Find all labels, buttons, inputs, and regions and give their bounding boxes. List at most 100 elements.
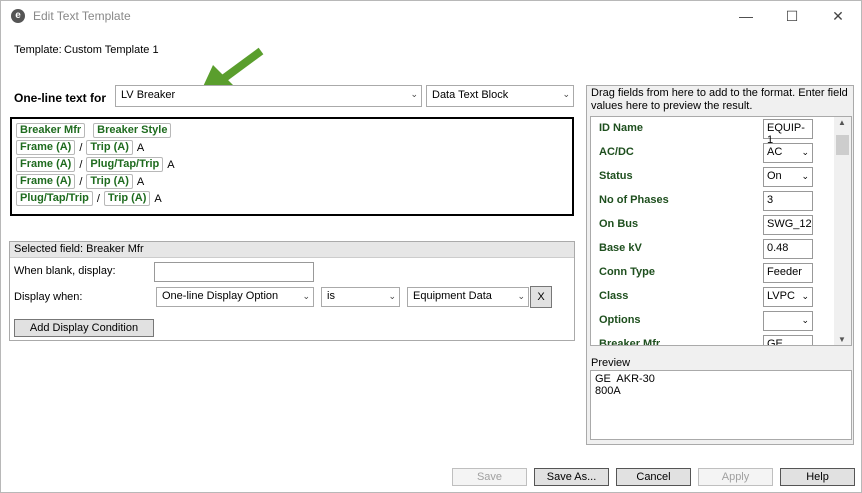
format-field-chip[interactable]: Frame (A) <box>16 157 76 172</box>
close-icon[interactable]: ✕ <box>815 1 861 31</box>
cancel-button[interactable]: Cancel <box>616 468 691 486</box>
field-value-input[interactable]: 3 <box>763 191 813 211</box>
save-button[interactable]: Save <box>452 468 527 486</box>
drag-hint-text: Drag fields from here to add to the form… <box>591 87 848 112</box>
field-row[interactable]: No of Phases 3 <box>591 189 831 213</box>
fields-list[interactable]: Breaker Mfr GE Options ⌄ Class LVPC ⌄ Conn Type… <box>590 116 852 346</box>
field-value-text: SWG_12 <box>767 218 812 230</box>
field-row[interactable]: Base kV 0.48 <box>591 237 831 261</box>
field-value-dropdown[interactable]: ⌄ <box>763 311 813 331</box>
format-field-chip[interactable]: Breaker Mfr <box>16 123 86 138</box>
condition-value-value: Equipment Data <box>413 290 492 302</box>
maximize-icon[interactable]: ☐ <box>769 1 815 31</box>
title-bar[interactable]: e Edit Text Template — ☐ ✕ <box>1 1 861 31</box>
condition-field-value: One-line Display Option <box>162 290 279 302</box>
format-literal-text[interactable]: A <box>133 176 148 188</box>
format-line[interactable]: Frame (A) / Plug/Tap/Trip A <box>16 156 568 173</box>
field-name[interactable]: Breaker Mfr <box>599 338 660 345</box>
format-field-chip[interactable]: Breaker Style <box>93 123 172 138</box>
selected-field-panel: Selected field: Breaker Mfr When blank, … <box>9 241 575 341</box>
field-row[interactable]: Status On ⌄ <box>591 165 831 189</box>
format-literal-text[interactable]: / <box>93 193 104 205</box>
field-name[interactable]: Conn Type <box>599 266 655 278</box>
format-line[interactable]: Plug/Tap/Trip / Trip (A) A <box>16 190 568 207</box>
block-type-dropdown[interactable]: Data Text Block ⌄ <box>426 85 574 107</box>
format-field-chip[interactable]: Frame (A) <box>16 174 76 189</box>
format-line[interactable]: Breaker Mfr Breaker Style <box>16 122 568 139</box>
field-value-dropdown[interactable]: LVPC ⌄ <box>763 287 813 307</box>
field-value-text: 0.48 <box>767 242 789 254</box>
format-field-chip[interactable]: Trip (A) <box>103 191 151 206</box>
format-field-chip[interactable]: Trip (A) <box>86 174 133 189</box>
condition-field-dropdown[interactable]: One-line Display Option ⌄ <box>156 287 314 307</box>
field-value-input[interactable]: 0.48 <box>763 239 813 259</box>
field-row[interactable]: ID Name EQUIP-1 <box>591 117 831 146</box>
save-as-button[interactable]: Save As... <box>534 468 609 486</box>
field-value-input[interactable]: Feeder <box>763 263 813 283</box>
field-name[interactable]: ID Name <box>599 122 643 134</box>
format-literal-text[interactable]: / <box>75 159 86 171</box>
scroll-thumb[interactable] <box>836 135 849 155</box>
field-row[interactable]: Conn Type Feeder <box>591 261 831 285</box>
scroll-down-icon[interactable]: ▼ <box>838 335 846 344</box>
field-value-text: 3 <box>767 194 774 206</box>
field-name[interactable]: On Bus <box>599 218 638 230</box>
field-value-input[interactable]: SWG_12 <box>763 215 813 235</box>
oneline-label: One-line text for <box>14 91 107 105</box>
minimize-icon[interactable]: — <box>723 1 769 31</box>
help-button[interactable]: Help <box>780 468 855 486</box>
condition-operator-dropdown[interactable]: is ⌄ <box>321 287 400 307</box>
format-literal-text[interactable]: A <box>133 142 148 154</box>
field-value-input[interactable]: EQUIP-1 <box>763 119 813 146</box>
app-logo-icon: e <box>11 9 25 23</box>
condition-value-dropdown[interactable]: Equipment Data ⌄ <box>407 287 529 307</box>
field-row[interactable]: Breaker Mfr GE <box>591 333 831 346</box>
format-field-chip[interactable]: Frame (A) <box>16 140 76 155</box>
field-name[interactable]: AC/DC <box>599 146 634 158</box>
template-name: Custom Template 1 <box>64 44 159 56</box>
format-literal-text[interactable]: A <box>150 193 165 205</box>
when-blank-input[interactable] <box>154 262 314 282</box>
selected-field-header: Selected field: Breaker Mfr <box>10 242 574 258</box>
condition-operator-value: is <box>327 290 335 302</box>
field-value-text: AC <box>767 146 783 158</box>
preview-label: Preview <box>591 357 631 369</box>
chevron-down-icon: ⌄ <box>388 291 396 301</box>
format-editor[interactable]: Breaker Mfr Breaker Style Frame (A) / Trip (… <box>10 117 574 216</box>
scroll-up-icon[interactable]: ▲ <box>838 118 846 127</box>
field-value-input[interactable]: GE <box>763 335 813 346</box>
field-name[interactable]: No of Phases <box>599 194 669 206</box>
field-row[interactable]: Class LVPC ⌄ <box>591 285 831 309</box>
format-literal-text[interactable]: A <box>163 159 178 171</box>
field-name[interactable]: Base kV <box>599 242 642 254</box>
field-value-text: GE <box>767 338 783 346</box>
remove-condition-button[interactable]: X <box>530 286 552 308</box>
fields-scrollbar[interactable]: ▲ ▼ <box>834 117 851 345</box>
format-literal-text[interactable]: / <box>75 176 86 188</box>
field-row[interactable]: On Bus SWG_12 <box>591 213 831 237</box>
element-type-value: LV Breaker <box>121 89 176 101</box>
apply-button[interactable]: Apply <box>698 468 773 486</box>
field-row[interactable]: AC/DC AC ⌄ <box>591 141 831 165</box>
format-field-chip[interactable]: Plug/Tap/Trip <box>16 191 93 206</box>
format-literal-text[interactable]: / <box>75 142 86 154</box>
window-title: Edit Text Template <box>33 9 131 23</box>
field-value-text: On <box>767 170 782 182</box>
block-type-value: Data Text Block <box>432 89 509 101</box>
format-line[interactable]: Frame (A) / Trip (A) A <box>16 139 568 156</box>
chevron-down-icon: ⌄ <box>801 315 809 325</box>
field-value-dropdown[interactable]: On ⌄ <box>763 167 813 187</box>
element-type-dropdown[interactable]: LV Breaker ⌄ <box>115 85 422 107</box>
field-value-dropdown[interactable]: AC ⌄ <box>763 143 813 163</box>
field-name[interactable]: Options <box>599 314 641 326</box>
field-name[interactable]: Class <box>599 290 628 302</box>
field-name[interactable]: Status <box>599 170 633 182</box>
preview-line: 800A <box>595 385 621 397</box>
field-row[interactable]: Options ⌄ <box>591 309 831 333</box>
chevron-down-icon: ⌄ <box>302 291 310 301</box>
format-field-chip[interactable]: Plug/Tap/Trip <box>86 157 164 172</box>
format-field-chip[interactable]: Trip (A) <box>86 140 133 155</box>
format-line[interactable]: Frame (A) / Trip (A) A <box>16 173 568 190</box>
chevron-down-icon: ⌄ <box>410 89 418 99</box>
add-display-condition-button[interactable]: Add Display Condition <box>14 319 154 337</box>
